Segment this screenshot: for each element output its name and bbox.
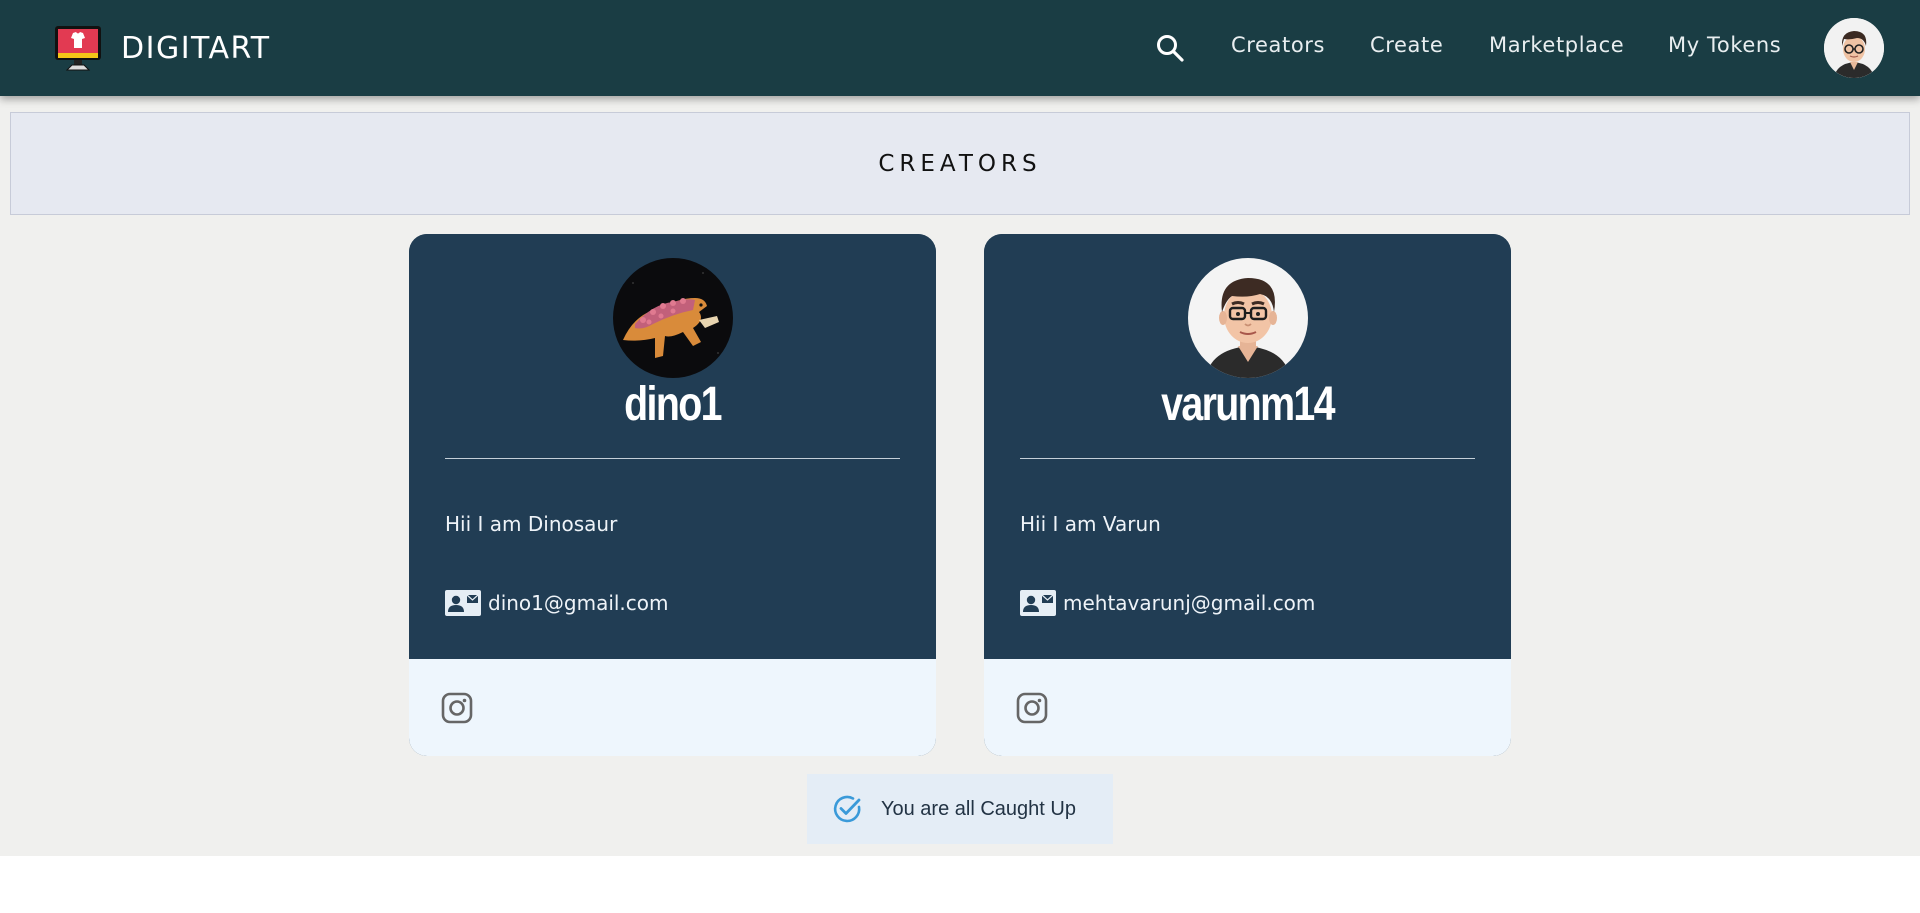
card-divider bbox=[445, 458, 900, 459]
creator-card[interactable]: dino1 Hii I am Dinosaur dino1@gmail.com bbox=[409, 234, 936, 756]
contact-mail-icon bbox=[1020, 590, 1056, 616]
creator-email: mehtavarunj@gmail.com bbox=[1063, 591, 1316, 615]
user-avatar[interactable] bbox=[1824, 18, 1884, 78]
page-header-banner: CREATORS bbox=[10, 112, 1910, 215]
check-circle-icon bbox=[833, 795, 861, 823]
creator-email-row: dino1@gmail.com bbox=[445, 590, 669, 616]
creator-card-body: varunm14 Hii I am Varun mehtavarunj@gmai… bbox=[984, 234, 1511, 659]
creator-card[interactable]: varunm14 Hii I am Varun mehtavarunj@gmai… bbox=[984, 234, 1511, 756]
creator-bio: Hii I am Varun bbox=[1020, 512, 1161, 536]
instagram-icon[interactable] bbox=[1016, 692, 1048, 724]
creator-email-row: mehtavarunj@gmail.com bbox=[1020, 590, 1315, 616]
creator-card-body: dino1 Hii I am Dinosaur dino1@gmail.com bbox=[409, 234, 936, 659]
creator-bio: Hii I am Dinosaur bbox=[445, 512, 618, 536]
nav-link-creators[interactable]: Creators bbox=[1231, 33, 1325, 57]
creator-username: varunm14 bbox=[1161, 378, 1335, 431]
caught-up-text: You are all Caught Up bbox=[881, 797, 1076, 820]
nav-link-marketplace[interactable]: Marketplace bbox=[1489, 33, 1624, 57]
instagram-icon[interactable] bbox=[441, 692, 473, 724]
page-title: CREATORS bbox=[878, 150, 1042, 177]
app-logo-icon bbox=[55, 26, 101, 71]
dinosaur-avatar-image bbox=[613, 258, 733, 378]
creator-username: dino1 bbox=[624, 378, 722, 431]
cartoon-man-avatar-image bbox=[1188, 258, 1308, 378]
creator-avatar bbox=[613, 258, 733, 378]
nav-link-create[interactable]: Create bbox=[1370, 33, 1443, 57]
search-icon[interactable] bbox=[1155, 33, 1185, 63]
contact-mail-icon bbox=[445, 590, 481, 616]
nav-link-my-tokens[interactable]: My Tokens bbox=[1668, 33, 1781, 57]
brand-home-link[interactable]: DIGITART bbox=[53, 24, 271, 72]
card-divider bbox=[1020, 458, 1475, 459]
user-avatar-image bbox=[1824, 18, 1884, 78]
creator-card-footer bbox=[984, 659, 1511, 756]
caught-up-notice: You are all Caught Up bbox=[807, 774, 1113, 844]
app-name: DIGITART bbox=[121, 30, 271, 66]
creator-email: dino1@gmail.com bbox=[488, 591, 669, 615]
creator-avatar bbox=[1188, 258, 1308, 378]
top-navbar: DIGITART Creators Create Marketplace My … bbox=[0, 0, 1920, 96]
creator-card-footer bbox=[409, 659, 936, 756]
